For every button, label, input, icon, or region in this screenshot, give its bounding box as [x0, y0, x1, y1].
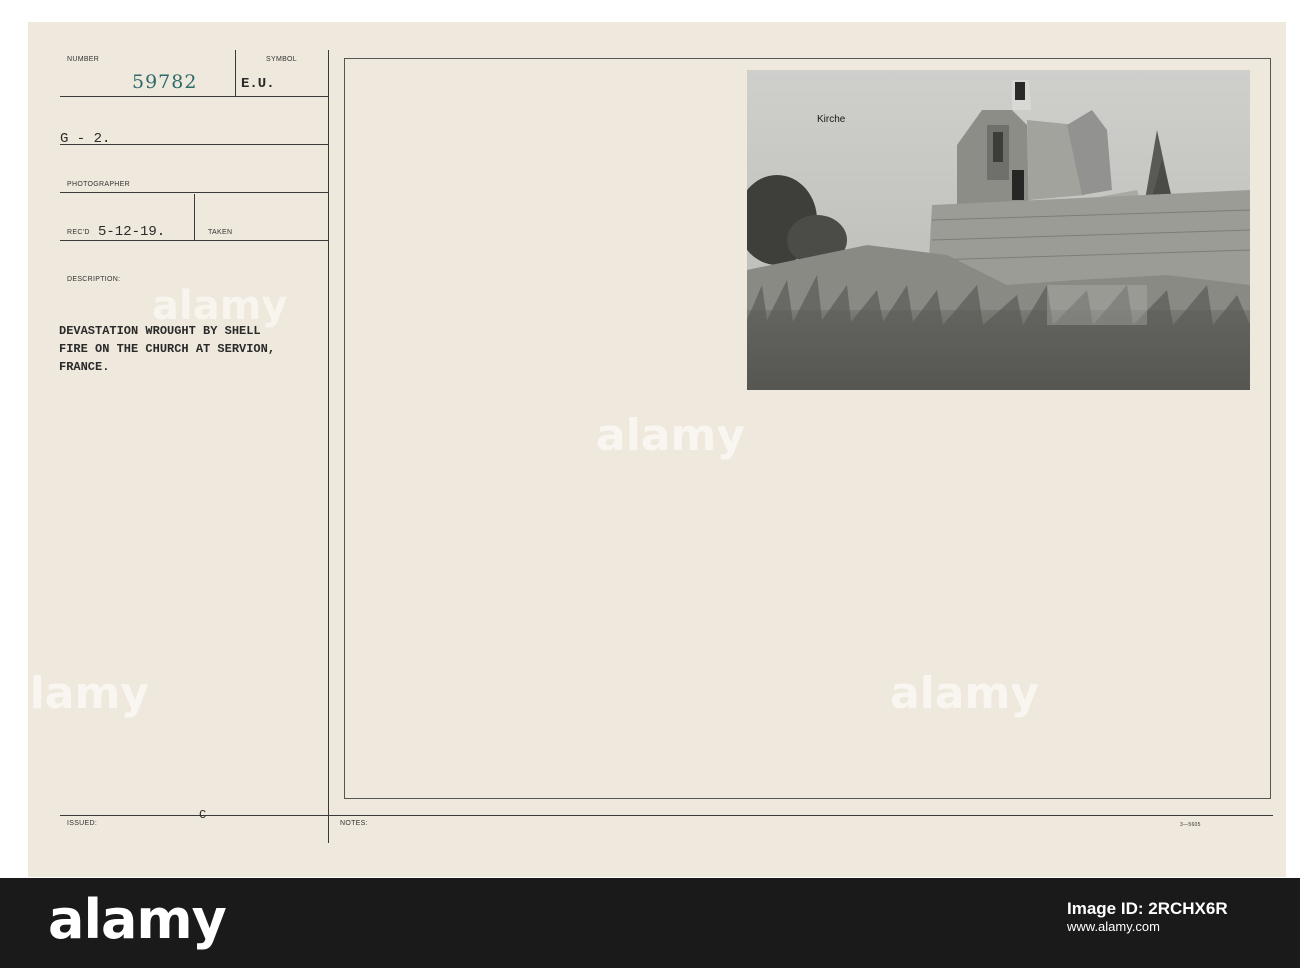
watermark-center: alamy [596, 410, 745, 461]
unit-row-rule [60, 144, 328, 145]
recd-taken-divider [194, 194, 195, 241]
image-id: Image ID: 2RCHX6R [1067, 899, 1228, 918]
symbol-label: SYMBOL [266, 56, 297, 63]
recd-label: REC'D [67, 229, 90, 236]
issued-label: ISSUED: [67, 820, 98, 827]
watermark-lower-right: alamy [890, 668, 1039, 719]
taken-label: TAKEN [208, 229, 233, 236]
symbol-value: E.U. [241, 76, 275, 92]
recd-value: 5-12-19. [98, 224, 166, 240]
issued-value: C [199, 808, 207, 822]
photographer-row-rule [60, 192, 328, 193]
number-row-rule [60, 96, 328, 97]
footer-logo[interactable]: alamy [48, 888, 227, 951]
form-code: 3—5605 [1180, 822, 1201, 828]
number-symbol-divider [235, 50, 236, 96]
footer-url[interactable]: www.alamy.com [1067, 918, 1228, 936]
description-line-3: FRANCE. [59, 360, 110, 374]
photographer-label: PHOTOGRAPHER [67, 181, 130, 188]
watermark-lower-left: alamy [0, 668, 149, 719]
recd-row-rule [60, 240, 328, 241]
description-label: DESCRIPTION: [67, 276, 121, 283]
watermark-left: alamy [152, 283, 288, 329]
number-label: NUMBER [67, 56, 100, 63]
photo-caption: Kirche [817, 114, 846, 125]
column-divider [328, 50, 329, 843]
bottom-rule [60, 815, 1273, 816]
description-line-2: FIRE ON THE CHURCH AT SERVION, [59, 342, 276, 356]
footer-info: Image ID: 2RCHX6R www.alamy.com [1067, 900, 1228, 936]
number-value: 59782 [132, 71, 198, 93]
notes-label: NOTES: [340, 820, 368, 827]
